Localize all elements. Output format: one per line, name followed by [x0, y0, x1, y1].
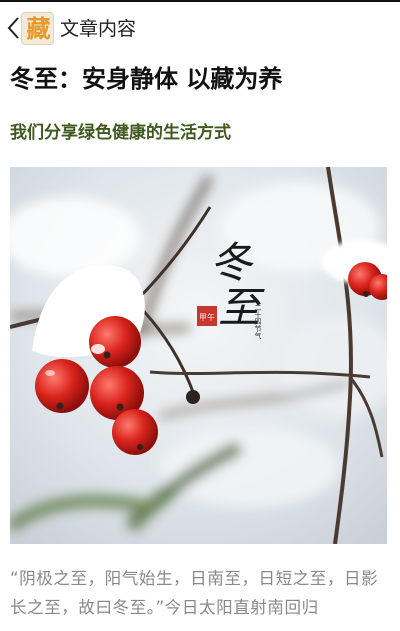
- winter-berries-image: 冬 至 甲午 二十四节气: [10, 167, 387, 544]
- article-subtitle: 我们分享绿色健康的生活方式: [10, 123, 231, 143]
- seal-text: 甲午: [199, 312, 215, 322]
- logo-glyph: 藏: [26, 15, 51, 43]
- chevron-left-icon[interactable]: [4, 14, 22, 42]
- article-body: “阴极之至，阳气始生，日南至，日短之至，日影长之至，故曰冬至。”今日太阳直射南回…: [10, 569, 379, 617]
- page-title: 文章内容: [60, 18, 137, 40]
- top-nav-bar: 藏 文章内容: [0, 0, 400, 52]
- side-text: 二十四节气: [254, 304, 262, 339]
- article-title: 冬至：安身静体 以藏为养: [10, 65, 283, 93]
- app-logo: 藏: [21, 12, 54, 45]
- article-image[interactable]: 冬 至 甲午 二十四节气: [10, 167, 387, 544]
- calligraphy-main-1: 冬: [210, 238, 254, 287]
